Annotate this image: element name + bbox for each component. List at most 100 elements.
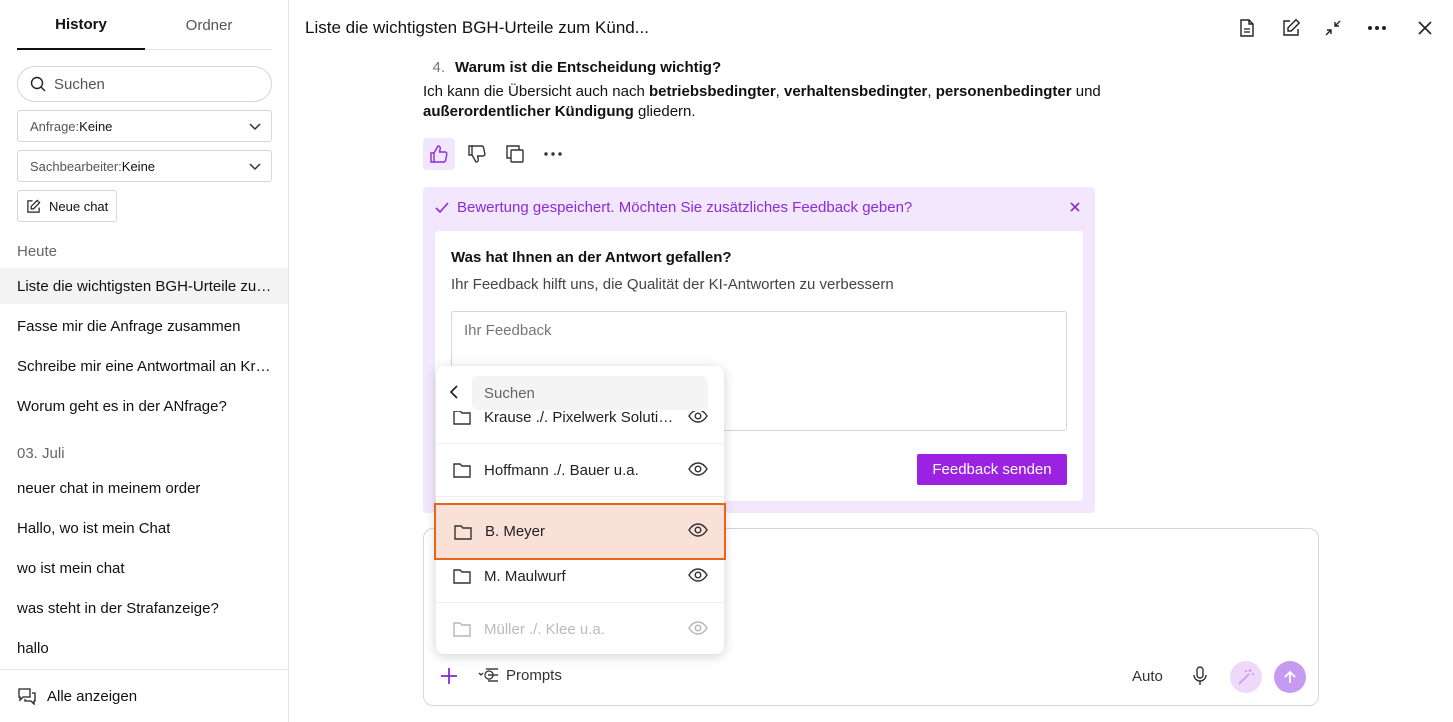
show-all-label: Alle anzeigen bbox=[47, 687, 138, 705]
filter-label: Sachbearbeiter: bbox=[30, 158, 122, 174]
chat-item[interactable]: wo ist mein chat bbox=[0, 550, 288, 586]
tab-history[interactable]: History bbox=[17, 0, 145, 50]
sidebar: History Ordner Anfrage: Keine Sachbearbe… bbox=[0, 0, 289, 722]
send-feedback-button[interactable]: Feedback senden bbox=[917, 454, 1067, 485]
filter-anfrage[interactable]: Anfrage: Keine bbox=[17, 110, 272, 142]
chat-item[interactable]: Schreibe mir eine Antwortmail an Krause bbox=[0, 348, 288, 384]
folder-icon bbox=[452, 411, 472, 426]
chat-item[interactable]: was steht in der Strafanzeige? bbox=[0, 590, 288, 626]
check-icon bbox=[435, 201, 449, 215]
folder-label: Hoffmann ./. Bauer u.a. bbox=[484, 461, 639, 479]
sidebar-tabs: History Ordner bbox=[17, 0, 272, 50]
eye-icon[interactable] bbox=[688, 523, 708, 537]
folder-icon bbox=[452, 461, 472, 479]
chat-item[interactable]: hallo bbox=[0, 630, 288, 666]
prompts-button[interactable]: Prompts bbox=[478, 665, 562, 685]
folder-icon bbox=[452, 620, 472, 638]
show-all-button[interactable]: Alle anzeigen bbox=[0, 669, 288, 722]
chat-item[interactable]: Fasse mir die Anfrage zusammen bbox=[0, 308, 288, 344]
feedback-saved-banner: Bewertung gespeichert. Möchten Sie zusät… bbox=[435, 199, 912, 216]
thumbs-up-icon bbox=[429, 144, 449, 164]
folder-label: M. Maulwurf bbox=[484, 567, 566, 585]
text-run: gliedern. bbox=[633, 103, 696, 120]
chat-item-label: neuer chat in meinem order bbox=[17, 479, 201, 497]
copy-icon bbox=[505, 144, 525, 164]
folder-item[interactable]: Müller ./. Klee u.a. bbox=[436, 603, 724, 654]
page-title: Liste die wichtigsten BGH-Urteile zum Kü… bbox=[305, 18, 649, 37]
folder-item[interactable]: Krause ./. Pixelwerk Solutions GmbH bbox=[436, 411, 724, 444]
thumbs-down-button[interactable] bbox=[461, 138, 493, 170]
text-run: , bbox=[775, 83, 784, 100]
chat-item[interactable]: Worum geht es in der ANfrage? bbox=[0, 388, 288, 424]
eye-icon[interactable] bbox=[688, 568, 708, 582]
chevron-down-icon bbox=[249, 120, 261, 132]
feedback-subtitle: Ihr Feedback hilft uns, die Qualität der… bbox=[451, 276, 894, 293]
text-run: , bbox=[927, 83, 936, 100]
chat-item[interactable]: neuer chat in meinem order bbox=[0, 470, 288, 506]
close-icon[interactable] bbox=[1413, 16, 1437, 40]
folder-item-selected[interactable]: B. Meyer bbox=[434, 503, 726, 560]
thumbs-down-icon bbox=[467, 144, 487, 164]
list-item: 4. Warum ist die Entscheidung wichtig? bbox=[423, 58, 1103, 78]
thumbs-up-button[interactable] bbox=[423, 138, 455, 170]
more-icon[interactable] bbox=[1365, 16, 1389, 40]
assistant-answer: 4. Warum ist die Entscheidung wichtig? I… bbox=[423, 58, 1103, 122]
eye-icon[interactable] bbox=[688, 621, 708, 635]
search-icon bbox=[30, 76, 46, 92]
feedback-question: Was hat Ihnen an der Antwort gefallen? bbox=[451, 249, 732, 266]
copy-button[interactable] bbox=[499, 138, 531, 170]
filter-value: Keine bbox=[121, 158, 156, 174]
chat-item[interactable]: Hallo, wo ist mein Chat bbox=[0, 510, 288, 546]
chat-item[interactable]: Liste die wichtigsten BGH-Urteile zum Kü… bbox=[0, 268, 288, 304]
magic-wand-button[interactable] bbox=[1230, 661, 1262, 693]
tab-ordner[interactable]: Ordner bbox=[145, 0, 273, 50]
send-button[interactable] bbox=[1274, 661, 1306, 693]
filter-sachbearbeiter[interactable]: Sachbearbeiter: Keine bbox=[17, 150, 272, 182]
eye-icon[interactable] bbox=[688, 411, 708, 423]
section-juli: 03. Juli bbox=[17, 445, 65, 462]
chat-item-label: was steht in der Strafanzeige? bbox=[17, 599, 219, 617]
new-chat-button[interactable]: Neue chat bbox=[17, 190, 118, 222]
chat-item-label: Schreibe mir eine Antwortmail an Krause bbox=[17, 357, 272, 375]
microphone-icon[interactable] bbox=[1190, 665, 1210, 687]
feedback-saved-text: Bewertung gespeichert. Möchten Sie zusät… bbox=[457, 199, 913, 216]
more-button[interactable] bbox=[537, 138, 569, 170]
collapse-icon[interactable] bbox=[1321, 16, 1345, 40]
plus-icon[interactable] bbox=[438, 665, 460, 687]
folder-icon bbox=[452, 567, 472, 585]
chat-item-label: Fasse mir die Anfrage zusammen bbox=[17, 317, 241, 335]
eye-icon[interactable] bbox=[688, 462, 708, 476]
mode-selector[interactable]: Auto bbox=[1132, 668, 1163, 685]
chat-item-label: Liste die wichtigsten BGH-Urteile zum Kü… bbox=[17, 277, 272, 295]
folder-label: Müller ./. Klee u.a. bbox=[484, 620, 605, 638]
list-item-text: Warum ist die Entscheidung wichtig? bbox=[455, 59, 722, 76]
text-run: Ich kann die Übersicht auch nach bbox=[423, 83, 649, 100]
chevron-left-icon[interactable] bbox=[446, 384, 462, 400]
sidebar-search[interactable] bbox=[17, 66, 272, 102]
edit-icon[interactable] bbox=[1279, 16, 1303, 40]
close-icon[interactable] bbox=[1067, 199, 1083, 215]
bold-run: personenbedingter bbox=[935, 83, 1072, 100]
text-run: und bbox=[1071, 83, 1101, 100]
magic-wand-icon bbox=[1237, 668, 1255, 686]
arrow-up-icon bbox=[1282, 669, 1298, 685]
folder-search-input[interactable] bbox=[472, 376, 708, 410]
section-heute: Heute bbox=[17, 243, 58, 260]
edit-icon bbox=[26, 199, 41, 214]
filter-label: Anfrage: bbox=[30, 118, 80, 134]
list-number: 4. bbox=[432, 59, 445, 76]
document-icon[interactable] bbox=[1235, 16, 1259, 40]
folder-label: B. Meyer bbox=[485, 523, 546, 540]
more-icon bbox=[544, 152, 562, 156]
prompts-icon bbox=[478, 665, 500, 685]
bold-run: betriebsbedingter bbox=[648, 83, 776, 100]
answer-actions bbox=[423, 138, 575, 170]
chat-item-label: wo ist mein chat bbox=[17, 559, 125, 577]
chat-item-label: Hallo, wo ist mein Chat bbox=[17, 519, 171, 537]
bold-run: verhaltensbedingter bbox=[784, 83, 928, 100]
search-input[interactable] bbox=[54, 75, 254, 93]
folder-item[interactable]: Hoffmann ./. Bauer u.a. bbox=[436, 444, 724, 497]
answer-paragraph: Ich kann die Übersicht auch nach betrieb… bbox=[423, 82, 1103, 122]
new-chat-label: Neue chat bbox=[49, 198, 109, 214]
folder-label: Krause ./. Pixelwerk Solutions GmbH bbox=[484, 411, 680, 426]
